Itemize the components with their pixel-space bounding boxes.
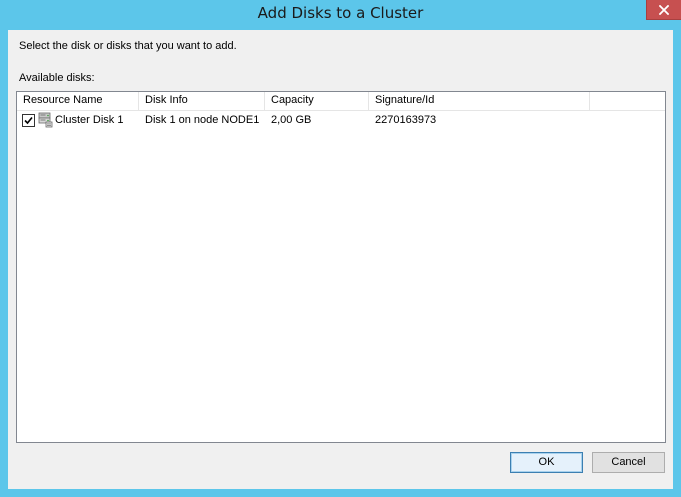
cell-signature: 2270163973 bbox=[375, 114, 437, 126]
checkmark-icon bbox=[24, 116, 33, 124]
resource-name-text: Cluster Disk 1 bbox=[55, 114, 124, 126]
instruction-text: Select the disk or disks that you want t… bbox=[19, 40, 237, 52]
cell-capacity: 2,00 GB bbox=[271, 114, 312, 126]
disk-checkbox[interactable] bbox=[22, 113, 35, 127]
close-icon bbox=[659, 4, 669, 15]
list-header: Resource Name Disk Info Capacity Signatu… bbox=[17, 92, 665, 111]
window-title: Add Disks to a Cluster bbox=[257, 4, 424, 22]
column-header-signature[interactable]: Signature/Id bbox=[369, 92, 590, 110]
cell-disk-info: Disk 1 on node NODE1 bbox=[145, 114, 260, 126]
close-button[interactable] bbox=[646, 0, 681, 20]
cell-resource-name: Cluster Disk 1 bbox=[17, 111, 139, 129]
ok-button[interactable]: OK bbox=[510, 452, 583, 473]
cluster-disk-icon bbox=[38, 112, 53, 128]
available-disks-list[interactable]: Resource Name Disk Info Capacity Signatu… bbox=[16, 91, 666, 443]
cancel-button[interactable]: Cancel bbox=[592, 452, 665, 473]
column-header-disk-info[interactable]: Disk Info bbox=[139, 92, 265, 110]
title-bar[interactable]: Add Disks to a Cluster bbox=[0, 0, 681, 30]
dialog-client-area: Select the disk or disks that you want t… bbox=[8, 30, 673, 489]
table-row[interactable]: Cluster Disk 1 Disk 1 on node NODE1 2,00… bbox=[17, 111, 665, 129]
available-disks-label: Available disks: bbox=[19, 72, 95, 84]
column-header-capacity[interactable]: Capacity bbox=[265, 92, 369, 110]
column-header-resource-name[interactable]: Resource Name bbox=[17, 92, 139, 110]
dialog-window: Add Disks to a Cluster Select the disk o… bbox=[0, 0, 681, 497]
